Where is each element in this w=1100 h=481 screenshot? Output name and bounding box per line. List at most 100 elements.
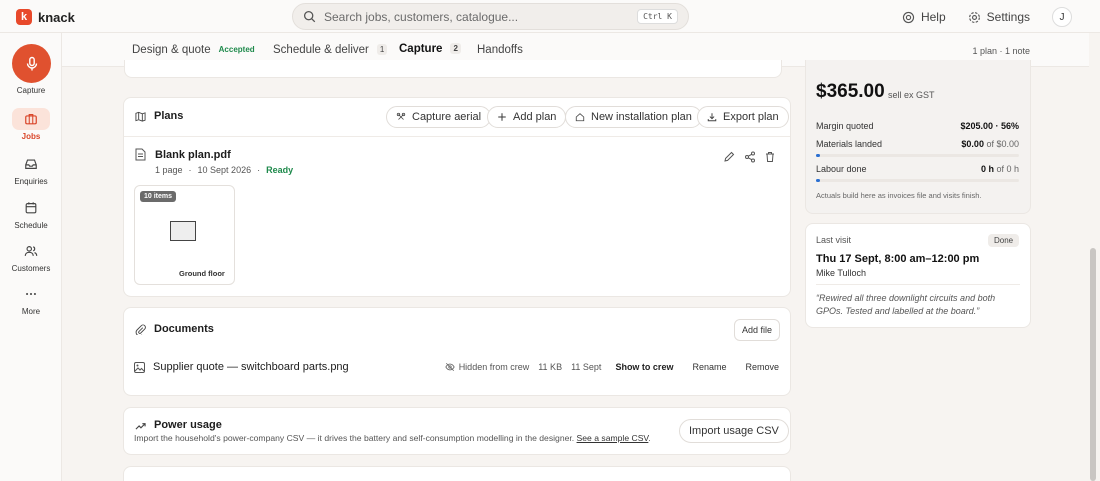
capture-aerial-button[interactable]: Capture aerial — [386, 106, 492, 128]
visibility-status: Hidden from crew — [445, 362, 529, 372]
settings-button[interactable]: Settings — [968, 10, 1030, 24]
price-sub: sell ex GST — [888, 90, 935, 100]
avatar[interactable]: J — [1052, 7, 1072, 27]
map-icon — [135, 111, 146, 122]
app-name: knack — [38, 9, 75, 25]
button-label: Add plan — [513, 111, 557, 123]
app-logo[interactable]: k knack — [16, 9, 75, 25]
labour-of: of 0 h — [996, 164, 1019, 174]
visit-time: Thu 17 Sept, 8:00 am–12:00 pm — [816, 253, 980, 265]
floor-label: Ground floor — [179, 269, 225, 278]
calendar-icon — [25, 202, 37, 214]
last-visit-label: Last visit — [816, 235, 852, 245]
documents-title: Documents — [135, 323, 214, 335]
tab-label: Design & quote — [132, 43, 211, 56]
sidebar: Capture Jobs Enquiries Schedule Customer… — [0, 33, 62, 481]
sidebar-item-label: Enquiries — [14, 177, 48, 186]
labour-value: 0 h — [980, 164, 994, 174]
import-usage-csv-button[interactable]: Import usage CSV — [679, 419, 789, 443]
button-label: New installation plan — [591, 111, 692, 123]
button-label: Capture aerial — [412, 111, 482, 123]
margin-value: $205.00 · 56% — [960, 121, 1019, 131]
materials-of: of $0.00 — [986, 139, 1019, 149]
download-icon — [707, 113, 717, 122]
help-button[interactable]: Help — [902, 10, 946, 24]
sidebar-item-schedule[interactable]: Schedule — [0, 197, 62, 230]
status-badge: Ready — [266, 165, 294, 175]
plan-file-meta: 1 page · 10 Sept 2026 · Ready — [155, 165, 293, 175]
new-installation-plan-button[interactable]: New installation plan — [565, 106, 702, 128]
materials-progress — [816, 154, 1019, 157]
materials-label: Materials landed — [816, 139, 883, 149]
documents-card — [123, 307, 791, 396]
image-icon — [134, 361, 145, 373]
sidebar-item-customers[interactable]: Customers — [0, 240, 62, 273]
previous-card — [124, 60, 782, 78]
plans-title-text: Plans — [154, 110, 184, 122]
scrollbar[interactable] — [1090, 248, 1096, 481]
floor-plan-shape — [170, 221, 196, 241]
period: . — [648, 433, 651, 443]
button-label: Export plan — [723, 111, 779, 123]
sidebar-item-jobs[interactable]: Jobs — [0, 108, 62, 141]
power-usage-description: Import the household's power-company CSV… — [134, 433, 651, 443]
search-placeholder: Search jobs, customers, catalogue... — [324, 9, 519, 24]
items-badge: 10 items — [140, 191, 177, 202]
inbox-icon — [25, 159, 37, 169]
file-size: 11 KB — [538, 362, 563, 372]
materials-value: $0.00 — [961, 139, 984, 149]
divider — [124, 136, 790, 137]
plan-file-name[interactable]: Blank plan.pdf — [155, 149, 231, 161]
plans-title: Plans — [135, 110, 183, 122]
add-file-button[interactable]: Add file — [734, 319, 780, 341]
users-icon — [24, 246, 38, 256]
labour-label: Labour done — [816, 164, 867, 174]
labour-row: Labour done 0 h of 0 h — [816, 164, 1019, 174]
help-label: Help — [920, 10, 946, 24]
add-plan-button[interactable]: Add plan — [487, 106, 567, 128]
plus-icon — [498, 113, 506, 121]
sidebar-item-label: Jobs — [21, 132, 41, 141]
tab-label: Schedule & deliver — [273, 43, 369, 56]
show-to-crew-button[interactable]: Show to crew — [615, 362, 673, 372]
search-input[interactable]: Search jobs, customers, catalogue... Ctr… — [292, 3, 689, 30]
rename-button[interactable]: Rename — [692, 362, 726, 372]
plan-thumbnail[interactable]: 10 items Ground floor — [134, 185, 235, 285]
trash-icon[interactable] — [764, 151, 776, 163]
actuals-note: Actuals build here as invoices file and … — [816, 191, 982, 200]
pencil-icon[interactable] — [723, 151, 735, 163]
remove-button[interactable]: Remove — [745, 362, 779, 372]
margin-row: Margin quoted $205.00 · 56% — [816, 121, 1019, 131]
sidebar-item-more[interactable]: More — [0, 283, 62, 316]
margin-label: Margin quoted — [816, 121, 874, 131]
price-total: $365.00 — [816, 81, 885, 102]
tab-count: 2 — [450, 43, 461, 54]
top-bar: k knack Search jobs, customers, catalogu… — [0, 0, 1100, 33]
sidebar-item-enquiries[interactable]: Enquiries — [0, 153, 62, 186]
tab-count: 1 — [376, 44, 388, 55]
share-icon[interactable] — [744, 151, 756, 163]
sample-csv-link[interactable]: See a sample CSV — [577, 433, 649, 443]
status-badge: Accepted — [218, 45, 255, 54]
file-date: 10 Sept 2026 — [197, 165, 252, 175]
visit-note: “Rewired all three downlight circuits an… — [816, 293, 996, 317]
logo-mark: k — [16, 9, 32, 25]
materials-progress-fill — [816, 154, 821, 157]
briefcase-icon — [25, 114, 37, 125]
export-plan-button[interactable]: Export plan — [697, 106, 789, 128]
separator: · — [257, 165, 261, 175]
home-icon — [575, 113, 585, 122]
capture-button[interactable] — [12, 44, 51, 83]
power-usage-title-text: Power usage — [154, 419, 222, 431]
settings-label: Settings — [986, 10, 1030, 24]
microphone-icon — [26, 56, 37, 70]
eye-off-icon — [445, 362, 455, 372]
materials-row: Materials landed $0.00 of $0.00 — [816, 139, 1019, 149]
more-icon — [26, 292, 36, 296]
trend-icon — [135, 422, 146, 430]
paperclip-icon — [135, 324, 146, 335]
document-name[interactable]: Supplier quote — switchboard parts.png — [153, 361, 349, 373]
separator: · — [188, 165, 192, 175]
button-label: Import usage CSV — [689, 425, 779, 437]
file-date: 11 Sept — [571, 362, 602, 372]
